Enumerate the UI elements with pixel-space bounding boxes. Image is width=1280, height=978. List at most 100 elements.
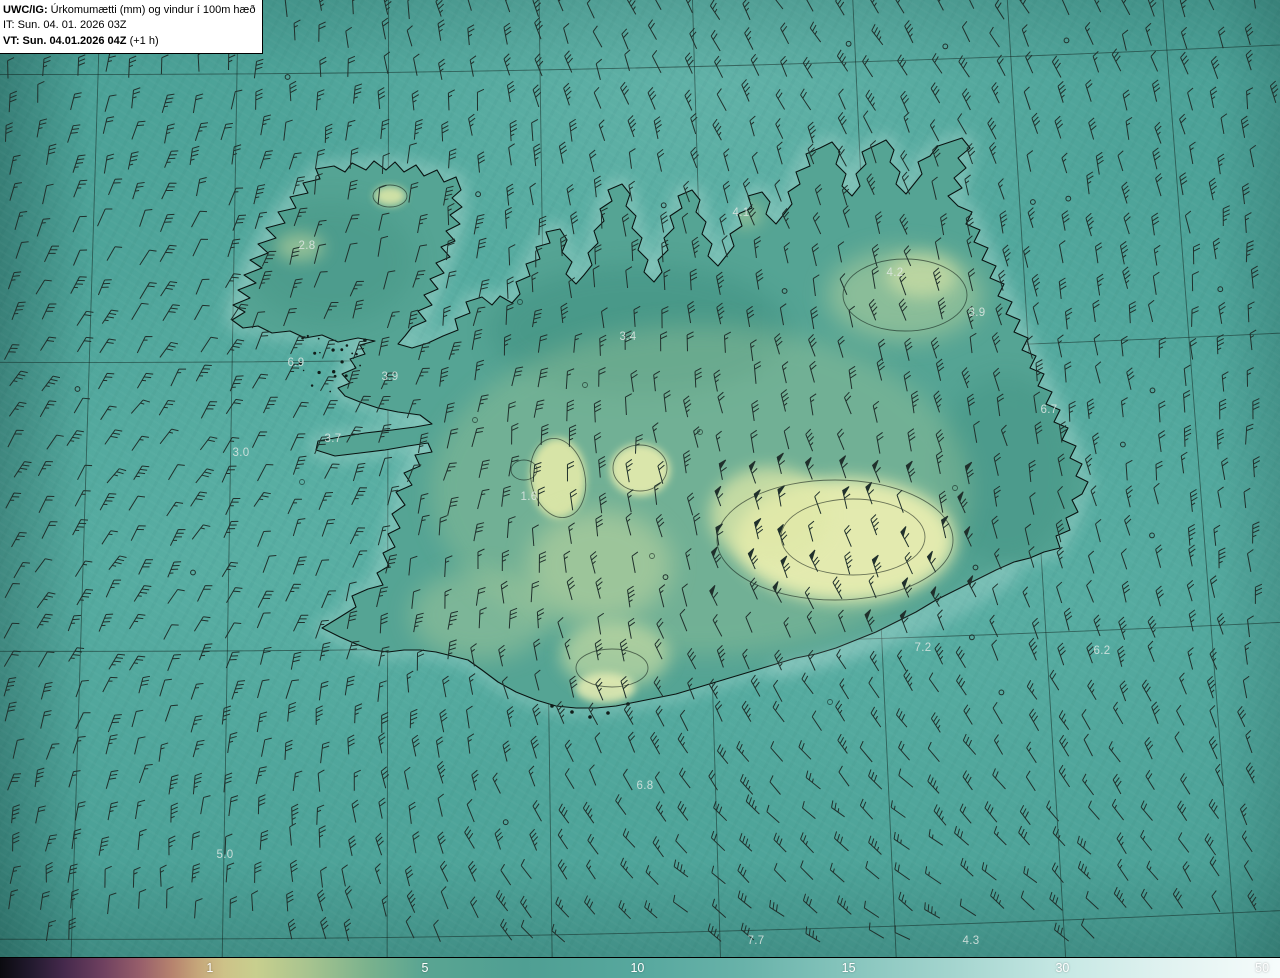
wind-barb-icon xyxy=(138,559,153,575)
wind-barb-icon xyxy=(1179,113,1187,135)
wind-barb-icon xyxy=(36,592,56,609)
wind-barb-icon xyxy=(802,800,816,819)
wind-barb-icon xyxy=(139,282,157,300)
wind-barb-icon xyxy=(44,245,60,263)
wind-barb-icon xyxy=(558,141,568,164)
wind-barb-icon xyxy=(503,0,512,13)
wind-barb-icon xyxy=(809,21,822,43)
wind-barb-icon xyxy=(34,767,45,788)
wind-barb-icon xyxy=(256,612,271,629)
wind-barb-icon xyxy=(39,400,57,418)
wind-barb-icon xyxy=(224,833,233,855)
wind-barb-icon xyxy=(626,0,637,15)
wind-barb-icon xyxy=(582,801,595,824)
wind-barb-icon xyxy=(448,148,457,169)
wind-barb-icon xyxy=(506,183,515,206)
wind-barb-icon xyxy=(1148,299,1155,323)
wind-barb-icon xyxy=(1057,642,1066,666)
wind-barb-icon xyxy=(192,93,204,114)
wind-barb-icon xyxy=(1174,731,1184,753)
wind-barb-icon xyxy=(1188,609,1197,632)
wind-barb-icon xyxy=(159,678,172,697)
wind-barb-icon xyxy=(1112,773,1122,795)
wind-barb-icon xyxy=(441,121,449,142)
wind-barb-icon xyxy=(344,675,355,696)
wind-barb-icon xyxy=(45,920,57,941)
wind-barb-icon xyxy=(558,803,570,824)
wind-barb-icon xyxy=(1208,798,1220,819)
wind-barb-icon xyxy=(959,898,977,917)
wind-barb-icon xyxy=(1087,679,1097,700)
wind-barb-icon xyxy=(72,736,86,754)
wind-barb-icon xyxy=(1151,212,1160,236)
wind-barb-icon xyxy=(587,833,599,855)
islet-dot xyxy=(588,715,592,719)
wind-barb-icon xyxy=(318,21,326,42)
highland-blob xyxy=(610,444,670,496)
wind-barb-icon xyxy=(317,0,327,11)
wind-barb-icon xyxy=(349,527,366,545)
wind-barb-icon xyxy=(713,800,728,822)
wind-barb-icon xyxy=(351,0,359,15)
wind-barb-icon xyxy=(1086,579,1094,603)
wind-barb-icon xyxy=(1241,183,1250,205)
wind-barb-icon xyxy=(904,20,914,44)
wind-barb-icon xyxy=(802,893,818,914)
islet-dot xyxy=(329,390,332,393)
wind-barb-icon xyxy=(1158,337,1166,358)
wind-barb-icon xyxy=(134,736,146,755)
wind-barb-icon xyxy=(1220,113,1228,134)
wind-barb-icon xyxy=(467,733,475,754)
wind-barb-icon xyxy=(225,651,240,669)
wind-barb-icon xyxy=(1086,642,1095,664)
wind-barb-icon xyxy=(132,866,141,888)
wind-barb-icon xyxy=(716,744,729,765)
graticule-parallel xyxy=(0,908,1280,940)
wind-barb-icon xyxy=(1155,544,1163,568)
wind-barb-icon xyxy=(136,336,153,354)
wind-barb-icon xyxy=(46,434,64,450)
wind-barb-icon xyxy=(12,738,25,759)
wind-barb-icon xyxy=(859,740,873,763)
wind-barb-icon xyxy=(221,561,238,578)
wind-barb-icon xyxy=(68,770,81,788)
wind-barb-icon xyxy=(37,460,53,477)
wind-barb-icon xyxy=(190,715,203,733)
islet-dot xyxy=(319,351,321,354)
wind-barb-icon xyxy=(622,768,633,791)
wind-barb-icon xyxy=(868,769,883,790)
wind-barb-icon xyxy=(45,862,53,883)
wind-barb-icon xyxy=(9,865,22,884)
islet-dot xyxy=(332,370,336,374)
wind-barb-icon xyxy=(859,798,874,820)
wind-barb-icon xyxy=(1189,141,1196,165)
wind-barb-icon xyxy=(159,864,167,887)
wind-barb-icon xyxy=(1245,423,1254,445)
wind-barb-icon xyxy=(1177,800,1188,821)
wind-barb-icon xyxy=(315,559,330,576)
wind-barb-icon xyxy=(1221,457,1229,480)
wind-barb-icon xyxy=(1189,337,1197,360)
wind-barb-icon xyxy=(374,863,381,885)
wind-barb-icon xyxy=(503,53,511,76)
wind-barb-icon xyxy=(253,184,266,205)
wind-barb-icon xyxy=(226,339,245,355)
wind-barb-icon xyxy=(225,862,235,883)
wind-barb-icon xyxy=(928,672,940,693)
wind-barb-icon xyxy=(254,861,262,883)
wind-barb-icon xyxy=(1145,22,1152,46)
wind-barb-icon xyxy=(1249,329,1257,351)
wind-barb-icon xyxy=(166,886,174,909)
wind-barb-icon xyxy=(3,677,17,697)
wind-barb-icon xyxy=(992,768,1006,790)
wind-barb-icon xyxy=(1180,773,1191,795)
colorbar-tick-label: 1 xyxy=(206,961,214,975)
wind-barb-icon xyxy=(257,464,274,482)
wind-barb-icon xyxy=(531,118,539,142)
wind-barb-icon xyxy=(468,113,476,136)
wind-barb-icon xyxy=(286,890,294,912)
wind-barb-icon xyxy=(102,676,118,693)
wind-barb-icon xyxy=(964,174,971,196)
wind-barb-icon xyxy=(158,742,169,762)
wind-barb-icon xyxy=(1152,271,1160,295)
